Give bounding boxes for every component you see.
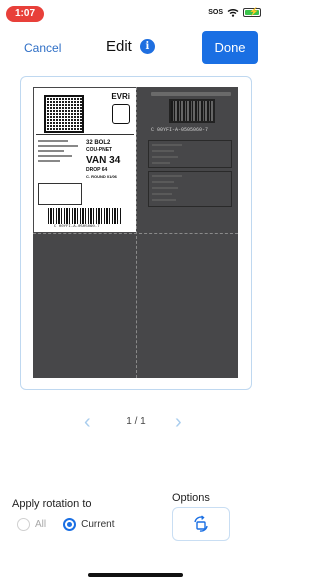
route-round: C. ROUND 01/06 (86, 174, 117, 179)
chevron-left-icon[interactable]: ‹ (84, 412, 91, 432)
label-header: EVRi (36, 90, 134, 135)
apply-rotation-label: Apply rotation to (12, 498, 92, 510)
info-icon[interactable]: i (139, 39, 155, 54)
label-details-grid (38, 183, 82, 205)
radio-all[interactable] (17, 518, 30, 531)
radio-current-label: Current (81, 519, 115, 530)
battery-icon: ⚡ (243, 7, 261, 17)
label-phone-icon (112, 104, 130, 124)
status-icons: SOS ⚡ (208, 7, 261, 17)
radio-option-all[interactable]: All (17, 518, 46, 531)
right-info-box-2 (148, 171, 232, 207)
label-address-block (38, 140, 82, 165)
cancel-button[interactable]: Cancel (24, 41, 61, 55)
right-heading-bar (151, 92, 231, 96)
label-brand: EVRi (111, 92, 130, 101)
rotate-icon (194, 515, 208, 532)
page-indicator: 1 / 1 (126, 416, 146, 427)
carrier-label: SOS (208, 9, 223, 16)
label-barcode-text: C 00YFI-A-0505060-7 (54, 225, 100, 229)
radio-current[interactable] (63, 518, 77, 531)
rotate-button[interactable] (172, 507, 230, 541)
radio-all-label: All (35, 519, 47, 530)
label-barcode (48, 208, 122, 224)
route-drop: DROP 64 (86, 167, 108, 173)
done-button[interactable]: Done (202, 31, 258, 64)
status-time: 1:07 (6, 6, 44, 22)
document-page[interactable]: EVRi 32 BOL2 COU-PNET VAN 34 DROP 64 C. … (33, 87, 238, 378)
options-label: Options (172, 492, 210, 504)
right-barcode-text: C 00YFI-A-0505060-7 (151, 127, 209, 133)
wifi-icon (227, 9, 239, 17)
right-info-box (148, 140, 232, 168)
fold-line-horizontal (33, 233, 238, 234)
route-big: VAN 34 (86, 155, 121, 166)
radio-option-current[interactable]: Current (63, 518, 114, 531)
route-line2: COU-PNET (86, 147, 113, 153)
home-indicator[interactable] (88, 573, 183, 577)
rotation-options: All Current (17, 518, 114, 531)
label-route-block: 32 BOL2 COU-PNET VAN 34 DROP 64 C. ROUND… (86, 140, 134, 179)
page-title: Edit (106, 38, 132, 55)
page-title-group: Edit i (106, 38, 155, 55)
route-line1: 32 BOL2 (86, 140, 111, 146)
chevron-right-icon[interactable]: › (175, 412, 182, 432)
status-bar: 1:07 SOS ⚡ (0, 0, 271, 26)
pager: ‹ 1 / 1 › (0, 412, 271, 432)
right-barcode (169, 99, 215, 123)
shipping-label: EVRi 32 BOL2 COU-PNET VAN 34 DROP 64 C. … (34, 88, 136, 232)
